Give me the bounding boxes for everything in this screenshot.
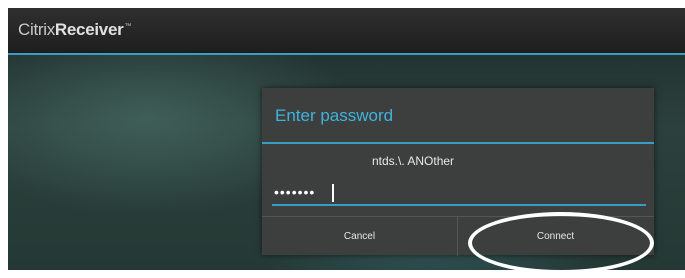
logo-receiver-text: Receiver	[54, 20, 124, 39]
cancel-button[interactable]: Cancel	[262, 217, 458, 256]
dialog-title: Enter password	[275, 106, 394, 125]
citrix-receiver-logo: CitrixReceiver™	[18, 20, 131, 40]
logo-citrix-text: Citrix	[18, 20, 55, 39]
text-cursor	[332, 184, 334, 202]
username-label: ntds.\. ANOther	[372, 154, 455, 168]
password-input[interactable]	[272, 180, 646, 206]
logo-trademark: ™	[124, 23, 132, 31]
highlight-circle	[468, 212, 654, 274]
dialog-title-divider	[262, 142, 654, 144]
title-bar: CitrixReceiver™	[8, 8, 685, 55]
